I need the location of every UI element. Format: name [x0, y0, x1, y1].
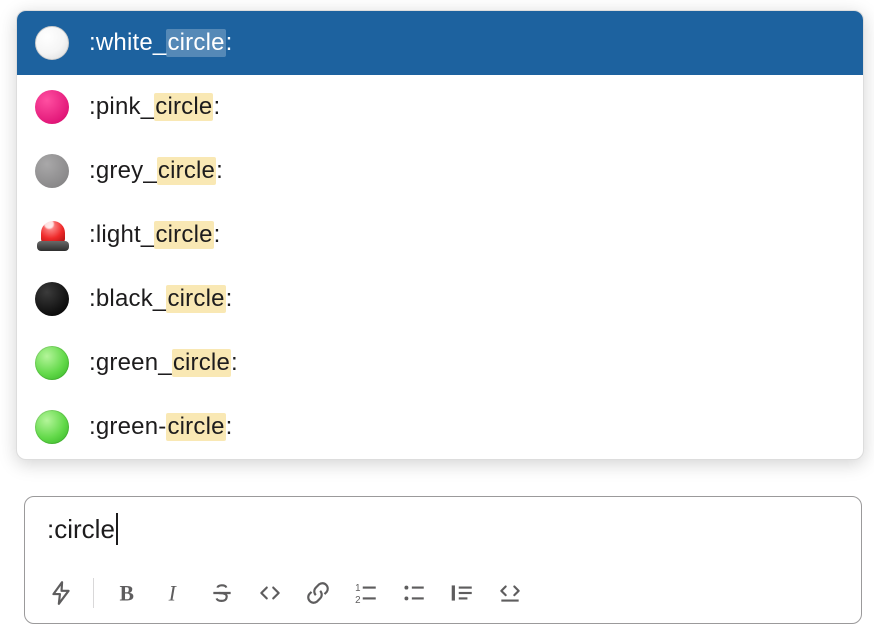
- siren-icon: [35, 217, 71, 253]
- emoji-label-match: circle: [172, 349, 231, 377]
- emoji-option-green_circle[interactable]: :green_circle:: [17, 331, 863, 395]
- code-block-icon: [497, 580, 523, 606]
- emoji-label-match: circle: [166, 285, 225, 313]
- emoji-option-pink_circle[interactable]: :pink_circle:: [17, 75, 863, 139]
- emoji-label-prefix: :green-: [89, 413, 166, 441]
- emoji-glyph: [35, 26, 89, 60]
- bulleted-list-icon: [401, 580, 427, 606]
- emoji-label-suffix: :: [216, 157, 223, 185]
- emoji-label-suffix: :: [226, 285, 233, 313]
- emoji-glyph: [35, 282, 89, 316]
- emoji-option-black_circle[interactable]: :black_circle:: [17, 267, 863, 331]
- blockquote-icon: [449, 580, 475, 606]
- italic-icon: I: [161, 580, 187, 606]
- emoji-glyph: [35, 410, 89, 444]
- lightning-icon: [48, 580, 74, 606]
- pink-circle-icon: [35, 90, 69, 124]
- emoji-label-prefix: :white_: [89, 29, 166, 57]
- toolbar-divider: [93, 578, 94, 608]
- bulleted-list-button[interactable]: [392, 571, 436, 615]
- svg-text:2: 2: [355, 595, 360, 606]
- black-circle-icon: [35, 282, 69, 316]
- emoji-option-light_circle[interactable]: :light_circle:: [17, 203, 863, 267]
- emoji-label-suffix: :: [214, 221, 221, 249]
- link-icon: [305, 580, 331, 606]
- emoji-label: :black_circle:: [89, 285, 233, 313]
- emoji-option-white_circle[interactable]: :white_circle:: [17, 11, 863, 75]
- svg-text:I: I: [168, 582, 178, 606]
- emoji-label: :light_circle:: [89, 221, 221, 249]
- emoji-label-prefix: :green_: [89, 349, 172, 377]
- code-block-button[interactable]: [488, 571, 532, 615]
- emoji-label-prefix: :light_: [89, 221, 154, 249]
- emoji-label-match: circle: [154, 93, 213, 121]
- emoji-glyph: [35, 346, 89, 380]
- emoji-label-match: circle: [166, 413, 225, 441]
- message-input[interactable]: :circle: [25, 497, 861, 567]
- ordered-list-button[interactable]: 1 2: [344, 571, 388, 615]
- emoji-label-match: circle: [157, 157, 216, 185]
- emoji-label-prefix: :grey_: [89, 157, 157, 185]
- formatting-toolbar: B I: [25, 567, 861, 623]
- green-circle-icon: [35, 346, 69, 380]
- emoji-glyph: [35, 154, 89, 188]
- emoji-label: :green_circle:: [89, 349, 238, 377]
- svg-text:B: B: [120, 582, 134, 606]
- message-composer: :circle B I: [24, 496, 862, 624]
- emoji-option-grey_circle[interactable]: :grey_circle:: [17, 139, 863, 203]
- emoji-label-prefix: :black_: [89, 285, 166, 313]
- emoji-label-match: circle: [154, 221, 213, 249]
- emoji-label-match: circle: [166, 29, 225, 57]
- emoji-label: :white_circle:: [89, 29, 233, 57]
- emoji-label: :grey_circle:: [89, 157, 223, 185]
- shortcuts-button[interactable]: [39, 571, 83, 615]
- grey-circle-icon: [35, 154, 69, 188]
- italic-button[interactable]: I: [152, 571, 196, 615]
- emoji-glyph: [35, 217, 89, 253]
- bold-icon: B: [113, 580, 139, 606]
- text-cursor: [116, 513, 118, 545]
- input-text-typed: circle: [54, 514, 115, 545]
- app-root: :circle B I: [24, 0, 870, 642]
- code-icon: [257, 580, 283, 606]
- emoji-glyph: [35, 90, 89, 124]
- input-text-prefix: :: [47, 514, 54, 545]
- emoji-label: :green-circle:: [89, 413, 233, 441]
- bold-button[interactable]: B: [104, 571, 148, 615]
- emoji-label-suffix: :: [231, 349, 238, 377]
- strikethrough-button[interactable]: [200, 571, 244, 615]
- white-circle-icon: [35, 26, 69, 60]
- emoji-label-prefix: :pink_: [89, 93, 154, 121]
- svg-text:1: 1: [355, 583, 360, 594]
- emoji-option-green-circle[interactable]: :green-circle:: [17, 395, 863, 459]
- emoji-label-suffix: :: [226, 413, 233, 441]
- emoji-label-suffix: :: [213, 93, 220, 121]
- green-circle-icon: [35, 410, 69, 444]
- emoji-autocomplete-popup: :white_circle::pink_circle::grey_circle:…: [16, 10, 864, 460]
- ordered-list-icon: 1 2: [353, 580, 379, 606]
- emoji-label-suffix: :: [226, 29, 233, 57]
- code-button[interactable]: [248, 571, 292, 615]
- strikethrough-icon: [209, 580, 235, 606]
- blockquote-button[interactable]: [440, 571, 484, 615]
- link-button[interactable]: [296, 571, 340, 615]
- emoji-label: :pink_circle:: [89, 93, 220, 121]
